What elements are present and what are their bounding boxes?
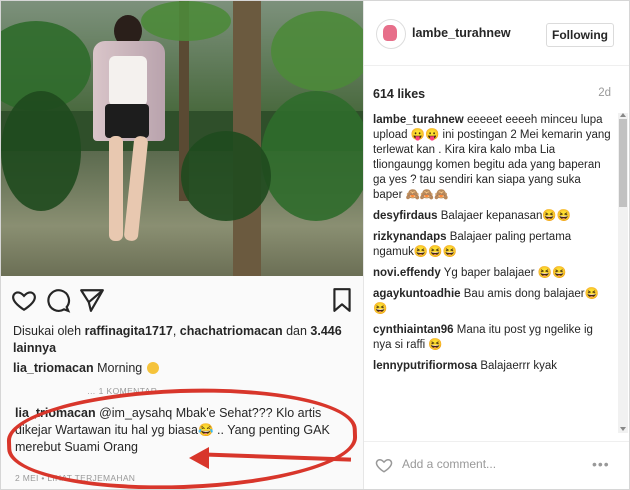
comment-icon[interactable]	[45, 287, 71, 313]
avatar[interactable]	[376, 19, 406, 49]
share-icon[interactable]	[79, 287, 105, 313]
bookmark-icon[interactable]	[329, 287, 355, 313]
header-username[interactable]: lambe_turahnew	[412, 26, 511, 40]
post-actions	[11, 287, 356, 315]
post-likes-line: Disukai oleh raffinagita1717, chachatrio…	[13, 324, 342, 355]
scroll-up-arrow-icon[interactable]	[620, 113, 626, 117]
comment-item: cynthiaintan96 Mana itu post yg ngelike …	[373, 323, 611, 353]
comment-username[interactable]: desyfirdaus	[373, 210, 438, 222]
comment-username[interactable]: lennyputrifiormosa	[373, 360, 477, 372]
post-media: Disukai oleh raffinagita1717, chachatrio…	[1, 1, 364, 489]
post-caption: lia_triomacan Morning	[13, 361, 159, 375]
red-arrow-head	[189, 447, 209, 469]
comment-text: Balajaerrr kyak	[480, 360, 558, 372]
comment-item: agaykuntoadhie Bau amis dong balajaer😆😆	[373, 287, 611, 317]
comments-scrollbar[interactable]	[618, 113, 628, 433]
comment-list: lambe_turahnew eeeeet eeeeh minceu lupa …	[373, 113, 611, 433]
post-age: 2d	[598, 87, 611, 99]
comment-text: Balajaer kepanasan😆😆	[440, 210, 572, 222]
reply-date: 2 MEI	[15, 473, 39, 483]
scrollbar-thumb[interactable]	[619, 119, 627, 207]
red-circle-annotation	[5, 382, 359, 489]
liker-link[interactable]: chachatriomacan	[180, 324, 283, 338]
heart-icon[interactable]	[11, 287, 37, 313]
comment-footer: Add a comment... •••	[364, 441, 629, 490]
post-photo	[1, 1, 363, 276]
comment-username[interactable]: novi.effendy	[373, 267, 441, 279]
comments-panel: lambe_turahnew Following 614 likes 2d la…	[364, 1, 629, 489]
likes-rest: dan	[286, 324, 307, 338]
more-icon[interactable]: •••	[592, 456, 610, 472]
comment-item: desyfirdaus Balajaer kepanasan😆😆	[373, 209, 611, 224]
avatar-image	[383, 25, 397, 41]
following-button[interactable]: Following	[546, 23, 614, 47]
scroll-down-arrow-icon[interactable]	[620, 427, 626, 431]
post-header: lambe_turahnew Following	[364, 1, 629, 66]
likes-count[interactable]: 614 likes	[373, 87, 425, 101]
likes-prefix: Disukai oleh	[13, 324, 82, 338]
add-comment-input[interactable]: Add a comment...	[402, 457, 496, 471]
caption-text: Morning	[97, 361, 143, 375]
comment-item: novi.effendy Yg baper balajaer 😆😆	[373, 266, 611, 281]
like-heart-icon[interactable]	[374, 456, 394, 474]
comment-text: eeeeet eeeeh minceu lupa upload 😛😛 ini p…	[373, 114, 611, 201]
comment-username[interactable]: rizkynandaps	[373, 231, 447, 243]
comment-item: rizkynandaps Balajaer paling pertama nga…	[373, 230, 611, 260]
emoji-icon	[146, 362, 159, 374]
comment-username[interactable]: cynthiaintan96	[373, 324, 454, 336]
caption-username[interactable]: lia_triomacan	[13, 361, 94, 375]
comment-username[interactable]: lambe_turahnew	[373, 114, 464, 126]
comment-item: lambe_turahnew eeeeet eeeeh minceu lupa …	[373, 113, 611, 203]
instagram-post-window: Disukai oleh raffinagita1717, chachatrio…	[0, 0, 630, 490]
comment-item: lennyputrifiormosa Balajaerrr kyak	[373, 359, 611, 374]
comment-username[interactable]: agaykuntoadhie	[373, 288, 461, 300]
comment-text: Yg baper balajaer 😆😆	[443, 267, 567, 279]
liker-link[interactable]: raffinagita1717	[85, 324, 173, 338]
